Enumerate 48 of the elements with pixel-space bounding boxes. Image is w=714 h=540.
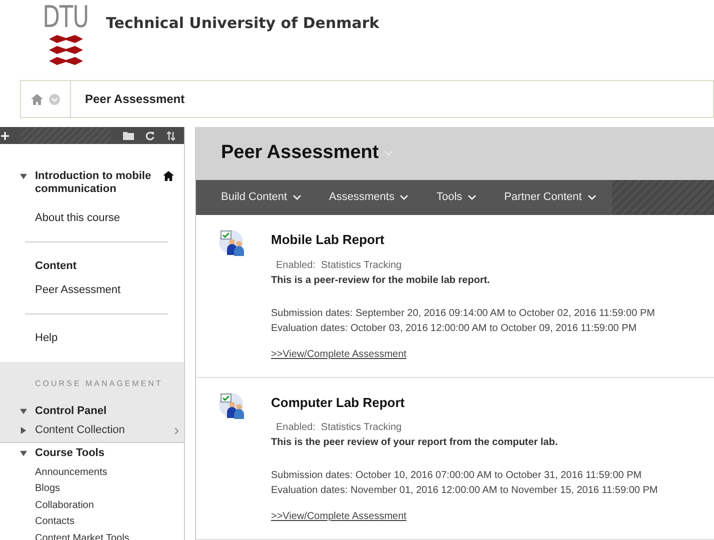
chevron-down-icon bbox=[293, 195, 302, 200]
tool-link[interactable]: Announcements bbox=[0, 464, 184, 481]
expanded-triangle-icon[interactable] bbox=[20, 173, 27, 180]
folder-icon[interactable] bbox=[123, 131, 134, 140]
chevron-down-icon bbox=[400, 195, 408, 200]
status-text: Enabled: Statistics Tracking bbox=[276, 258, 403, 272]
logo-emblem-icon bbox=[49, 34, 83, 68]
status-text: Enabled: Statistics Tracking bbox=[276, 421, 403, 435]
section-heading: COURSE MANAGEMENT bbox=[34, 378, 164, 390]
sort-icon[interactable] bbox=[166, 130, 176, 140]
logo-text: DTU bbox=[43, 2, 89, 34]
collapsed-triangle-icon[interactable] bbox=[20, 427, 27, 434]
chevron-down-icon bbox=[588, 195, 596, 200]
menu-dropdown-button[interactable]: Build Content bbox=[221, 189, 302, 206]
menu-link[interactable]: Peer Assessment bbox=[35, 278, 168, 302]
menu-link[interactable]: About this course bbox=[35, 206, 168, 230]
add-icon[interactable] bbox=[1, 132, 9, 140]
page-title: Peer Assessment bbox=[221, 141, 379, 166]
menu-link[interactable]: Help bbox=[35, 326, 168, 350]
description-text: This is a peer-review for the mobile lab report. bbox=[271, 274, 491, 288]
control-panel-link[interactable]: Control Panel bbox=[35, 403, 107, 420]
university-name: Technical University of Denmark bbox=[106, 13, 380, 34]
menu-dropdown-button[interactable]: Assessments bbox=[329, 189, 408, 206]
description-text: This is the peer review of your report from the computer lab. bbox=[271, 436, 559, 450]
section-link[interactable]: Content Collection bbox=[35, 422, 125, 439]
refresh-icon[interactable] bbox=[145, 130, 155, 140]
menu-heading: Content bbox=[35, 259, 78, 274]
section-link[interactable]: Course Tools bbox=[35, 445, 104, 462]
menu-dropdown-button[interactable]: Partner Content bbox=[504, 189, 596, 206]
submission-dates: Submission dates: September 20, 2016 09:14:00 AM to October 02, 2016 11:59:00 PM bbox=[271, 306, 655, 320]
evaluation-dates: Evaluation dates: November 01, 2016 12:00:00 AM to November 15, 2016 11:59:00 PM bbox=[271, 484, 658, 498]
chevron-down-icon bbox=[468, 195, 476, 200]
tool-link[interactable]: Blogs bbox=[0, 481, 184, 498]
evaluation-dates: Evaluation dates: October 03, 2016 12:00:00 AM to October 09, 2016 11:59:00 PM bbox=[271, 322, 638, 336]
tool-link[interactable]: Contacts bbox=[0, 514, 184, 530]
home-icon[interactable] bbox=[163, 171, 174, 181]
view-assessment-link[interactable]: >>View/Complete Assessment bbox=[271, 509, 658, 524]
course-title[interactable]: Introduction to mobile communication bbox=[35, 170, 155, 196]
tool-link[interactable]: Collaboration bbox=[0, 498, 184, 514]
submission-dates: Submission dates: October 10, 2016 07:00:00 AM to October 31, 2016 11:59:00 PM bbox=[271, 469, 643, 483]
expanded-triangle-icon[interactable] bbox=[20, 450, 27, 457]
menu-dropdown-button[interactable]: Tools bbox=[436, 189, 476, 206]
assessment-title[interactable]: Mobile Lab Report bbox=[271, 230, 655, 250]
expanded-triangle-icon[interactable] bbox=[20, 408, 27, 415]
view-assessment-link[interactable]: >>View/Complete Assessment bbox=[271, 346, 655, 362]
chevron-right-icon[interactable] bbox=[175, 428, 179, 434]
breadcrumb-link[interactable]: Peer Assessment bbox=[85, 90, 185, 108]
assessment-title[interactable]: Computer Lab Report bbox=[271, 392, 658, 412]
